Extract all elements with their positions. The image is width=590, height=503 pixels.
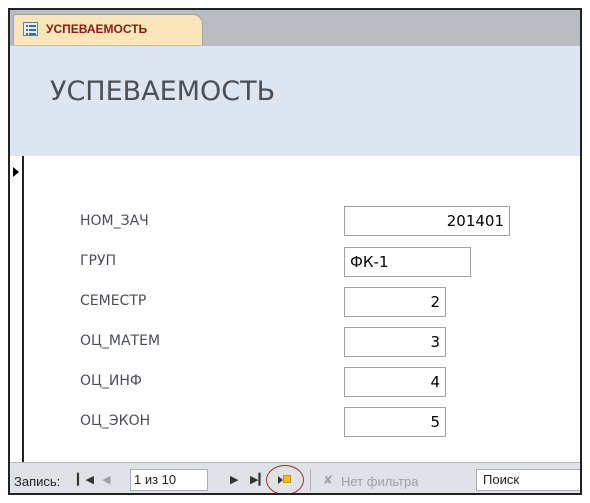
record-label: Запись: (14, 474, 61, 489)
record-selector[interactable] (10, 156, 24, 462)
last-record-icon[interactable]: ▶▎ (250, 473, 267, 487)
form-detail: НОМ_ЗАЧ 201401 ГРУП ФК-1 СЕМЕСТР 2 ОЦ_МА… (10, 156, 580, 462)
filter-status-button[interactable]: Нет фильтра (341, 474, 418, 489)
nav-separator (310, 469, 311, 491)
field-label-semestr: СЕМЕСТР (80, 293, 147, 309)
current-record-input[interactable]: 1 из 10 (130, 469, 208, 491)
tab-label: УСПЕВАЕМОСТЬ (46, 22, 148, 36)
field-input-nom-zach[interactable]: 201401 (344, 206, 510, 236)
field-input-grup[interactable]: ФК-1 (344, 247, 471, 277)
form-icon (23, 22, 38, 36)
previous-record-icon[interactable]: ◀ (102, 473, 110, 487)
next-record-icon[interactable]: ▶ (230, 473, 238, 487)
record-navigation-bar: Запись: ▎◀ ◀ 1 из 10 ▶ ▶▎ ✘ Нет фильтра … (10, 462, 580, 493)
form-title: УСПЕВАЕМОСТЬ (50, 76, 276, 107)
field-label-ots-inf: ОЦ_ИНФ (80, 373, 142, 389)
document-tab-bar: УСПЕВАЕМОСТЬ (10, 10, 580, 46)
no-filter-icon[interactable]: ✘ (323, 473, 333, 487)
field-input-ots-inf[interactable]: 4 (344, 367, 446, 397)
field-label-grup: ГРУП (80, 253, 117, 269)
form-header: УСПЕВАЕМОСТЬ (10, 46, 580, 156)
field-input-ots-matem[interactable]: 3 (344, 327, 446, 357)
field-label-ots-matem: ОЦ_МАТЕМ (80, 333, 161, 349)
first-record-icon[interactable]: ▎◀ (77, 473, 94, 487)
field-label-ots-ekon: ОЦ_ЭКОН (80, 413, 151, 429)
field-label-nom-zach: НОМ_ЗАЧ (80, 213, 149, 229)
search-input[interactable]: Поиск (476, 469, 580, 491)
tab-uspevaemost[interactable]: УСПЕВАЕМОСТЬ (13, 14, 203, 45)
highlight-circle (266, 465, 304, 493)
current-record-arrow-icon (13, 167, 19, 177)
field-input-ots-ekon[interactable]: 5 (344, 407, 446, 437)
form-window: УСПЕВАЕМОСТЬ УСПЕВАЕМОСТЬ НОМ_ЗАЧ 201401… (8, 8, 582, 495)
field-input-semestr[interactable]: 2 (344, 287, 446, 317)
